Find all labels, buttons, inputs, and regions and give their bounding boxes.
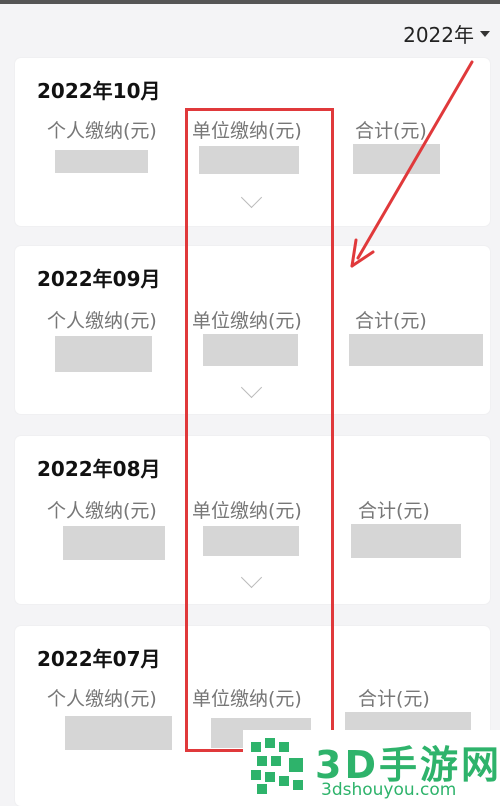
employer-value-redacted: [199, 146, 299, 174]
employer-contribution-label: 单位缴纳(元): [192, 500, 302, 522]
record-month: 2022年07月: [37, 647, 161, 671]
record-month: 2022年08月: [37, 457, 161, 481]
total-label: 合计(元): [355, 310, 427, 332]
record-month: 2022年10月: [37, 79, 161, 103]
total-label: 合计(元): [355, 120, 427, 142]
employer-contribution-label: 单位缴纳(元): [192, 120, 302, 142]
chevron-down-icon[interactable]: [240, 566, 263, 589]
watermark-logo-icon: [251, 738, 303, 794]
year-selector[interactable]: 2022年: [403, 18, 490, 48]
total-value-redacted: [349, 334, 483, 366]
personal-contribution-label: 个人缴纳(元): [47, 500, 157, 522]
watermark: 3D手游网 3dshouyou.com: [243, 730, 500, 806]
year-selector-label: 2022年: [403, 22, 474, 47]
employer-contribution-label: 单位缴纳(元): [192, 688, 302, 710]
employer-contribution-label: 单位缴纳(元): [192, 310, 302, 332]
total-value-redacted: [351, 524, 461, 558]
personal-value-redacted: [55, 150, 148, 173]
chevron-down-icon[interactable]: [240, 376, 263, 399]
payment-record-card[interactable]: 2022年08月 个人缴纳(元) 单位缴纳(元) 合计(元): [15, 436, 490, 604]
personal-value-redacted: [55, 336, 152, 372]
record-month: 2022年09月: [37, 267, 161, 291]
total-label: 合计(元): [358, 688, 430, 710]
employer-value-redacted: [203, 334, 298, 366]
chevron-down-icon[interactable]: [240, 186, 263, 209]
personal-contribution-label: 个人缴纳(元): [47, 688, 157, 710]
status-bar: [0, 0, 500, 4]
watermark-url: 3dshouyou.com: [321, 780, 457, 800]
payment-record-card[interactable]: 2022年10月 个人缴纳(元) 单位缴纳(元) 合计(元): [15, 58, 490, 226]
personal-value-redacted: [63, 526, 165, 560]
payment-record-card[interactable]: 2022年09月 个人缴纳(元) 单位缴纳(元) 合计(元): [15, 246, 490, 414]
personal-contribution-label: 个人缴纳(元): [47, 120, 157, 142]
personal-contribution-label: 个人缴纳(元): [47, 310, 157, 332]
total-label: 合计(元): [358, 500, 430, 522]
total-value-redacted: [353, 144, 440, 174]
personal-value-redacted: [65, 716, 172, 750]
employer-value-redacted: [203, 526, 299, 556]
caret-down-icon: [480, 31, 490, 37]
